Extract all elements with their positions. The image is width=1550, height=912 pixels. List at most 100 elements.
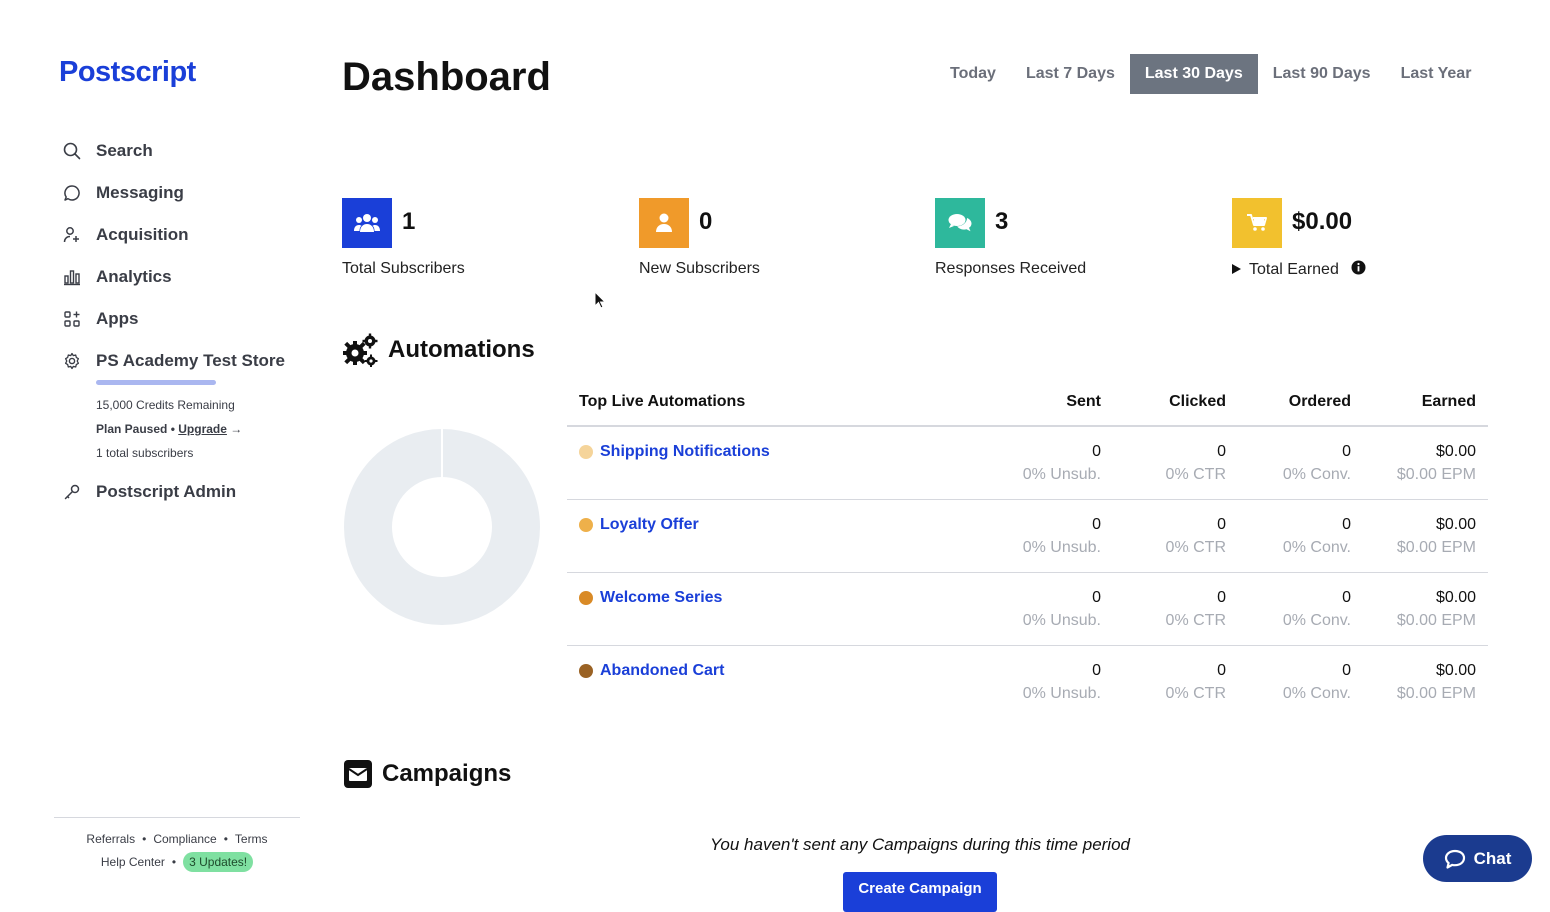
total-subscribers-text: 1 total subscribers (96, 446, 194, 460)
sent-cell: 0 0% Unsub. (1023, 427, 1101, 484)
automation-name-link[interactable]: Shipping Notifications (579, 443, 770, 461)
sent-cell: 0 0% Unsub. (1023, 646, 1101, 703)
automation-name-link[interactable]: Loyalty Offer (579, 516, 699, 534)
stat-label: Total Subscribers (342, 260, 465, 277)
table-row: Abandoned Cart 0 0% Unsub. 0 0% CTR 0 0% Co… (567, 646, 1488, 718)
sidebar-item-messaging[interactable]: Messaging (60, 172, 310, 214)
earned-value: $0.00 (1435, 589, 1476, 606)
range-last-90-days[interactable]: Last 90 Days (1258, 54, 1386, 94)
users-icon (342, 198, 392, 248)
upgrade-link[interactable]: Upgrade (178, 422, 227, 436)
stat-value: 0 (699, 208, 713, 235)
automations-heading: Automations (342, 333, 535, 367)
chat-label: Chat (1473, 848, 1512, 868)
stat-responses-received: 3 Responses Received (935, 198, 1215, 277)
conv-rate: 0% Conv. (1282, 539, 1351, 556)
mouse-cursor-icon (594, 291, 606, 309)
sidebar-footer: Referrals • Compliance • Terms Help Cent… (54, 817, 300, 872)
sidebar-item-label: PS Academy Test Store (96, 351, 285, 370)
sidebar-item-search[interactable]: Search (60, 130, 310, 172)
range-last-7-days[interactable]: Last 7 Days (1011, 54, 1130, 94)
stat-value: 1 (402, 208, 416, 235)
create-campaign-button[interactable]: Create Campaign (843, 872, 997, 912)
epm-value: $0.00 EPM (1396, 685, 1476, 702)
automation-name-link[interactable]: Abandoned Cart (579, 662, 724, 680)
color-swatch-icon (579, 591, 593, 605)
earned-cell: $0.00 $0.00 EPM (1397, 500, 1476, 557)
unsub-rate: 0% Unsub. (1022, 685, 1101, 702)
earned-value: $0.00 (1435, 516, 1476, 533)
stat-value: 3 (995, 208, 1009, 235)
referrals-link[interactable]: Referrals (86, 832, 135, 846)
ordered-value: 0 (1342, 443, 1351, 460)
arrow-right-icon: → (230, 422, 243, 436)
ordered-cell: 0 0% Conv. (1283, 573, 1351, 630)
ctr-rate: 0% CTR (1165, 685, 1226, 702)
earned-cell: $0.00 $0.00 EPM (1397, 427, 1476, 484)
footer-separator: • (171, 855, 177, 869)
earned-value: $0.00 (1435, 662, 1476, 679)
sidebar-item-label: Messaging (96, 183, 184, 202)
sent-value: 0 (1092, 516, 1101, 533)
conv-rate: 0% Conv. (1282, 466, 1351, 483)
help-center-link[interactable]: Help Center (101, 855, 165, 869)
campaigns-empty-message: You haven't sent any Campaigns during th… (710, 835, 1130, 854)
epm-value: $0.00 EPM (1396, 612, 1476, 629)
compliance-link[interactable]: Compliance (153, 832, 216, 846)
envelope-icon (344, 760, 372, 788)
automation-name-link[interactable]: Welcome Series (579, 589, 722, 607)
user-plus-icon (60, 223, 84, 247)
earned-value: $0.00 (1435, 443, 1476, 460)
sidebar-item-apps[interactable]: Apps (60, 298, 310, 340)
footer-help-row: Help Center • 3 Updates! (54, 852, 300, 872)
sidebar-item-acquisition[interactable]: Acquisition (60, 214, 310, 256)
table-row: Shipping Notifications 0 0% Unsub. 0 0% CT… (567, 427, 1488, 500)
column-header: Clicked (1169, 393, 1226, 410)
ctr-rate: 0% CTR (1165, 466, 1226, 483)
terms-link[interactable]: Terms (235, 832, 268, 846)
ordered-value: 0 (1342, 662, 1351, 679)
info-icon[interactable] (1351, 260, 1366, 280)
table-header: Top Live Automations Sent Clicked Ordere… (567, 385, 1488, 427)
column-header: Earned (1421, 393, 1476, 410)
ordered-value: 0 (1342, 516, 1351, 533)
ctr-rate: 0% CTR (1165, 539, 1226, 556)
clicked-value: 0 (1217, 662, 1226, 679)
stat-label-toggle[interactable]: Total Earned (1232, 260, 1366, 280)
plan-status: Plan Paused • Upgrade → (96, 417, 310, 441)
sidebar-item-label: Acquisition (96, 225, 189, 244)
stat-value: $0.00 (1292, 208, 1353, 235)
range-today[interactable]: Today (935, 54, 1011, 94)
caret-right-icon (1232, 261, 1241, 279)
range-last-year[interactable]: Last Year (1386, 54, 1487, 94)
epm-value: $0.00 EPM (1396, 539, 1476, 556)
search-icon (60, 139, 84, 163)
table-row: Welcome Series 0 0% Unsub. 0 0% CTR 0 0% Co… (567, 573, 1488, 646)
postscript-logo[interactable]: Postscript (59, 56, 196, 89)
color-swatch-icon (579, 664, 593, 678)
automation-name: Abandoned Cart (600, 662, 725, 679)
chat-icon (1444, 849, 1465, 869)
earned-cell: $0.00 $0.00 EPM (1397, 646, 1476, 703)
column-header: Sent (1066, 393, 1101, 410)
sidebar-item-analytics[interactable]: Analytics (60, 256, 310, 298)
apps-grid-icon (60, 307, 84, 331)
user-icon (639, 198, 689, 248)
clicked-cell: 0 0% CTR (1166, 646, 1226, 703)
sidebar-item-admin[interactable]: Postscript Admin (60, 471, 310, 513)
unsub-rate: 0% Unsub. (1022, 612, 1101, 629)
sent-value: 0 (1092, 443, 1101, 460)
updates-badge[interactable]: 3 Updates! (183, 852, 254, 872)
clicked-value: 0 (1217, 516, 1226, 533)
stat-label: New Subscribers (639, 260, 760, 277)
ordered-cell: 0 0% Conv. (1283, 646, 1351, 703)
chat-button[interactable]: Chat (1423, 835, 1532, 882)
range-last-30-days[interactable]: Last 30 Days (1129, 54, 1258, 94)
credits-remaining: 15,000 Credits Remaining (96, 398, 235, 412)
key-icon (60, 480, 84, 504)
sidebar-item-label: Analytics (96, 267, 172, 286)
gears-icon (342, 333, 378, 367)
automations-donut-chart (344, 428, 540, 625)
earned-cell: $0.00 $0.00 EPM (1397, 573, 1476, 630)
sidebar-item-store[interactable]: PS Academy Test Store (60, 340, 310, 382)
